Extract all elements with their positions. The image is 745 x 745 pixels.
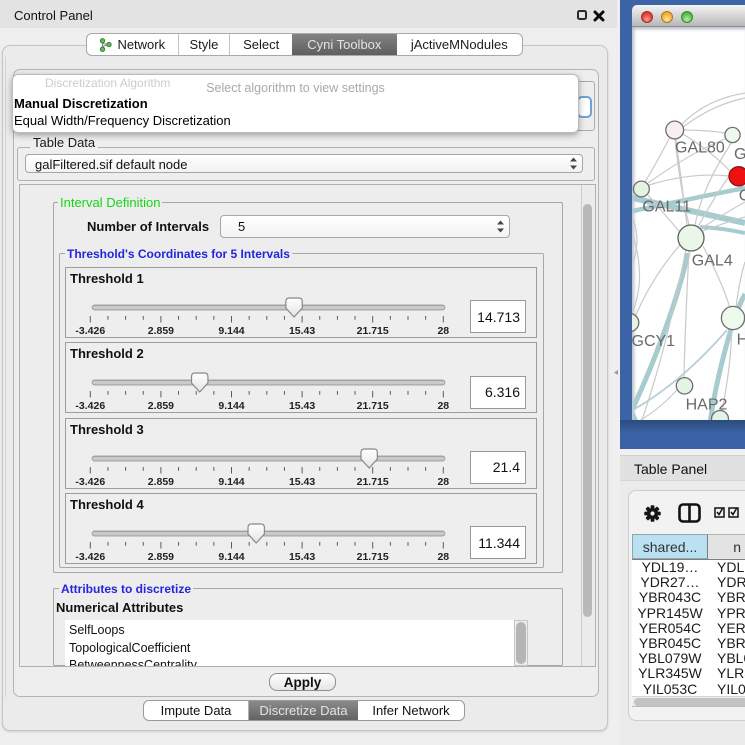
svg-text:15.43: 15.43 bbox=[289, 476, 315, 488]
svg-text:9.144: 9.144 bbox=[218, 551, 244, 563]
svg-text:Threshold 1: Threshold 1 bbox=[70, 271, 144, 286]
svg-text:GAL80: GAL80 bbox=[675, 140, 725, 157]
svg-text:28: 28 bbox=[437, 551, 449, 563]
svg-text:9.144: 9.144 bbox=[218, 325, 244, 337]
svg-text:GCY1: GCY1 bbox=[632, 333, 675, 350]
svg-text:HAP2: HAP2 bbox=[686, 396, 728, 413]
svg-text:GAL11: GAL11 bbox=[642, 198, 691, 215]
svg-text:15.43: 15.43 bbox=[289, 551, 315, 563]
svg-text:-3.426: -3.426 bbox=[75, 400, 105, 412]
svg-text:21.715: 21.715 bbox=[357, 400, 389, 412]
svg-text:21.715: 21.715 bbox=[357, 325, 389, 337]
svg-text:28: 28 bbox=[437, 476, 449, 488]
svg-text:21.715: 21.715 bbox=[357, 551, 389, 563]
svg-text:-3.426: -3.426 bbox=[75, 476, 105, 488]
svg-text:GA: GA bbox=[734, 146, 745, 163]
svg-text:15.43: 15.43 bbox=[289, 325, 315, 337]
svg-text:28: 28 bbox=[437, 325, 449, 337]
svg-text:9.144: 9.144 bbox=[218, 400, 244, 412]
svg-text:21.715: 21.715 bbox=[357, 476, 389, 488]
svg-text:9.144: 9.144 bbox=[218, 476, 244, 488]
svg-text:2.859: 2.859 bbox=[148, 325, 174, 337]
svg-text:2.859: 2.859 bbox=[148, 400, 174, 412]
svg-text:Threshold 3: Threshold 3 bbox=[70, 422, 144, 437]
svg-text:28: 28 bbox=[437, 400, 449, 412]
svg-text:HI: HI bbox=[737, 331, 745, 348]
svg-text:2.859: 2.859 bbox=[148, 551, 174, 563]
svg-text:2.859: 2.859 bbox=[148, 476, 174, 488]
svg-text:-3.426: -3.426 bbox=[75, 551, 105, 563]
svg-text:-3.426: -3.426 bbox=[75, 325, 105, 337]
svg-text:15.43: 15.43 bbox=[289, 400, 315, 412]
svg-text:Threshold 2: Threshold 2 bbox=[70, 346, 144, 361]
svg-text:CY: CY bbox=[739, 187, 745, 204]
svg-text:GAL4: GAL4 bbox=[692, 253, 733, 270]
svg-text:Threshold 4: Threshold 4 bbox=[70, 497, 144, 512]
